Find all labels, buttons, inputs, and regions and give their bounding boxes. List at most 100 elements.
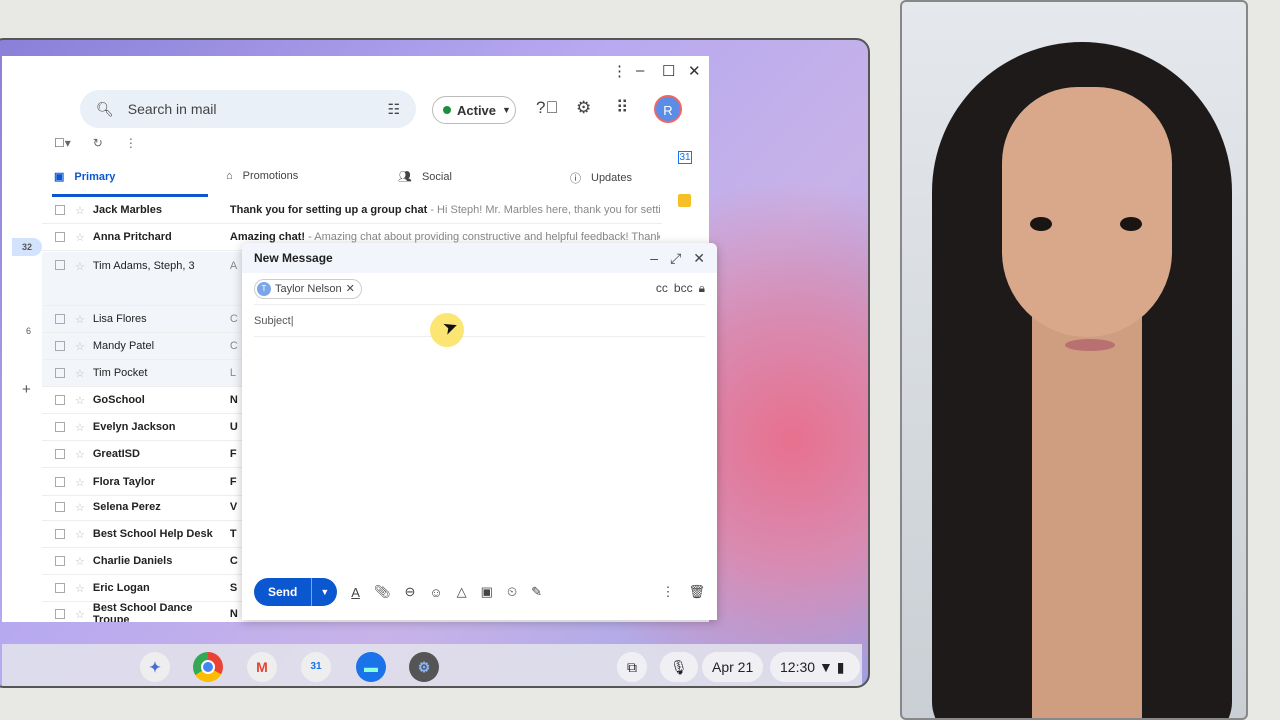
- email-row[interactable]: ☆ Jack Marbles Thank you for setting up a …: [42, 197, 662, 224]
- shelf: ✦ M 31 ▬ ⚙ ⧉ 🎙︎ Apr 21 12:30 ▼ ▮: [2, 644, 862, 686]
- search-input[interactable]: Search in mail: [128, 101, 388, 117]
- signature-icon[interactable]: ✎: [531, 584, 542, 600]
- star-icon[interactable]: ☆: [75, 421, 85, 434]
- row-checkbox[interactable]: [55, 609, 65, 619]
- star-icon[interactable]: ☆: [75, 582, 85, 595]
- compose-title: New Message: [254, 251, 333, 265]
- schedule-send-dropdown[interactable]: ▼: [312, 578, 337, 606]
- minimize-window-button[interactable]: –: [636, 62, 644, 79]
- star-icon[interactable]: ☆: [75, 501, 85, 514]
- subject-input[interactable]: Subject |: [254, 305, 705, 337]
- bcc-button[interactable]: bcc: [674, 281, 693, 296]
- expand-icon[interactable]: ⤢: [670, 250, 681, 267]
- search-options-icon[interactable]: ☷: [387, 101, 400, 118]
- link-icon[interactable]: ⊖: [404, 584, 415, 600]
- star-icon[interactable]: ☆: [75, 313, 85, 326]
- discard-icon[interactable]: 🗑︎: [688, 584, 705, 600]
- row-checkbox[interactable]: [55, 556, 65, 566]
- date-button[interactable]: Apr 21: [702, 652, 764, 682]
- settings-icon[interactable]: ⚙: [409, 652, 439, 682]
- row-checkbox[interactable]: [55, 341, 65, 351]
- calendar-app-icon[interactable]: 31: [301, 652, 331, 682]
- formatting-icon[interactable]: A: [351, 585, 360, 600]
- star-icon[interactable]: ☆: [75, 608, 85, 621]
- star-icon[interactable]: ☆: [75, 231, 85, 244]
- email-subject: N: [229, 394, 238, 406]
- row-checkbox[interactable]: [55, 422, 65, 432]
- remove-recipient-icon[interactable]: ✕: [346, 282, 355, 295]
- confidential-icon[interactable]: ⏲: [507, 584, 517, 600]
- recipient-chip[interactable]: T Taylor Nelson ✕: [254, 278, 362, 299]
- phone-hub-icon[interactable]: ⧉: [617, 652, 647, 682]
- star-icon[interactable]: ☆: [75, 476, 85, 489]
- keep-icon[interactable]: [678, 194, 691, 207]
- email-subject: Thank you for setting up a group chat: [229, 204, 428, 216]
- chrome-icon[interactable]: [193, 652, 223, 682]
- email-sender: Mandy Patel: [92, 340, 155, 352]
- row-checkbox[interactable]: [55, 583, 65, 593]
- attach-icon[interactable]: 📎︎: [374, 584, 391, 600]
- email-sender: GreatISD: [92, 448, 140, 460]
- apps-grid-icon[interactable]: ⠿: [616, 98, 628, 118]
- emoji-icon[interactable]: ☺: [429, 585, 442, 600]
- send-button[interactable]: Send ▼: [254, 578, 338, 606]
- star-icon[interactable]: ☆: [75, 555, 85, 568]
- inbox-count-badge[interactable]: 32: [12, 238, 42, 256]
- row-checkbox[interactable]: [55, 502, 65, 512]
- drive-icon[interactable]: △: [457, 584, 467, 600]
- row-checkbox[interactable]: [55, 477, 65, 487]
- email-sender: Flora Taylor: [92, 476, 156, 488]
- star-icon[interactable]: ☆: [75, 448, 85, 461]
- tab-updates[interactable]: ⓘ Updates: [570, 170, 632, 186]
- gemini-icon[interactable]: ✦: [140, 652, 170, 682]
- microphone-icon[interactable]: 🎙︎: [660, 652, 698, 682]
- refresh-icon[interactable]: ↻: [93, 136, 103, 150]
- gear-icon[interactable]: ⚙: [576, 98, 591, 118]
- tab-primary[interactable]: ▣ Primary: [54, 170, 115, 184]
- star-icon[interactable]: ☆: [75, 367, 85, 380]
- more-icon[interactable]: ⋮: [125, 136, 137, 150]
- add-label-button[interactable]: +: [22, 381, 31, 398]
- row-checkbox[interactable]: [55, 368, 65, 378]
- files-icon[interactable]: ▬: [356, 652, 386, 682]
- status-dropdown[interactable]: Active ▼: [432, 96, 516, 124]
- row-checkbox[interactable]: [55, 529, 65, 539]
- more-options-icon[interactable]: ⋮: [661, 584, 674, 600]
- star-icon[interactable]: ☆: [75, 204, 85, 217]
- recipient-avatar: T: [257, 281, 271, 296]
- person-neck: [1032, 302, 1142, 718]
- search-bar[interactable]: 🔍︎ Search in mail ☷: [80, 90, 416, 128]
- star-icon[interactable]: ☆: [75, 260, 85, 273]
- row-checkbox[interactable]: [55, 395, 65, 405]
- avatar[interactable]: R: [654, 95, 682, 123]
- maximize-window-button[interactable]: ☐: [662, 62, 675, 80]
- status-tray[interactable]: 12:30 ▼ ▮: [770, 652, 860, 682]
- to-field[interactable]: T Taylor Nelson ✕ cc bcc 🔒︎: [254, 273, 705, 305]
- photo-icon[interactable]: ▣: [481, 584, 493, 600]
- calendar-icon[interactable]: 31: [678, 151, 692, 164]
- email-subject: T: [229, 528, 237, 540]
- more-vert-icon[interactable]: ⋮: [612, 62, 627, 80]
- tab-social[interactable]: 👥︎ Social: [398, 170, 452, 184]
- star-icon[interactable]: ☆: [75, 340, 85, 353]
- minimize-icon[interactable]: –: [650, 250, 658, 267]
- webcam-feed: [900, 0, 1248, 720]
- email-preview: Amazing chat! - Amazing chat about provi…: [230, 231, 660, 243]
- close-window-button[interactable]: ✕: [688, 62, 701, 80]
- row-checkbox[interactable]: [55, 260, 65, 270]
- close-icon[interactable]: ✕: [693, 250, 705, 267]
- gmail-icon[interactable]: M: [247, 652, 277, 682]
- email-subject: U: [229, 421, 238, 433]
- cc-button[interactable]: cc: [656, 281, 668, 296]
- email-sender: Charlie Daniels: [92, 555, 173, 567]
- row-checkbox[interactable]: [55, 449, 65, 459]
- help-icon[interactable]: ?⃝: [536, 98, 558, 118]
- tab-promotions[interactable]: ⌂ Promotions: [226, 170, 298, 182]
- star-icon[interactable]: ☆: [75, 528, 85, 541]
- row-checkbox[interactable]: [55, 205, 65, 215]
- star-icon[interactable]: ☆: [75, 394, 85, 407]
- select-all-checkbox[interactable]: ☐▾: [54, 136, 71, 150]
- row-checkbox[interactable]: [55, 232, 65, 242]
- row-checkbox[interactable]: [55, 314, 65, 324]
- lock-icon[interactable]: 🔒︎: [699, 281, 705, 296]
